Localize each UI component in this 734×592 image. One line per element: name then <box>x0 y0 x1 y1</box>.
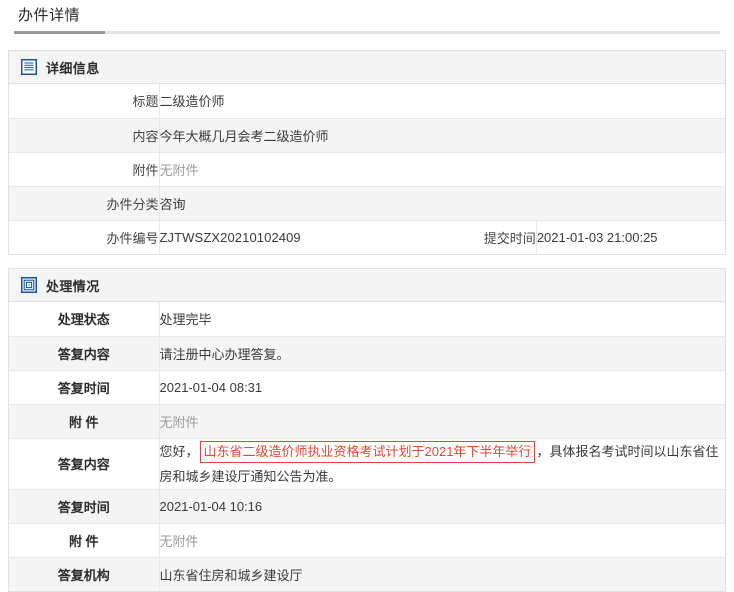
table-row: 答复时间 2021-01-04 08:31 <box>9 370 725 404</box>
row-label: 内容 <box>9 118 159 152</box>
table-row: 附件 无附件 <box>9 152 725 186</box>
process-status-panel: 处理情况 处理状态 处理完毕 答复内容 请注册中心办理答复。 答复时间 2021… <box>8 268 726 592</box>
row-label-submit-time: 提交时间 <box>348 220 537 254</box>
row-value-attachment: 无附件 <box>159 404 725 438</box>
row-label: 答复时间 <box>9 489 159 523</box>
row-value-submit-time: 2021-01-03 21:00:25 <box>536 220 725 254</box>
row-value: 2021-01-04 08:31 <box>159 370 725 404</box>
row-value-attachment: 无附件 <box>159 523 725 557</box>
table-row: 办件分类 咨询 <box>9 186 725 220</box>
row-value-reply-paragraph: 您好，山东省二级造价师执业资格考试计划于2021年下半年举行，具体报名考试时间以… <box>159 438 725 489</box>
tab-underline-active <box>14 31 105 34</box>
process-panel-title: 处理情况 <box>46 276 100 295</box>
row-label: 答复机构 <box>9 557 159 591</box>
row-value: 处理完毕 <box>159 302 725 336</box>
tab-办件详情[interactable]: 办件详情 <box>18 3 80 29</box>
table-row: 标题 二级造价师 <box>9 84 725 118</box>
table-row-case-id: 办件编号 ZJTWSZX20210102409 提交时间 2021-01-03 … <box>9 220 725 254</box>
detail-panel-header: 详细信息 <box>9 51 725 84</box>
row-value: 二级造价师 <box>159 84 725 118</box>
row-value: 请注册中心办理答复。 <box>159 336 725 370</box>
page-root: 办件详情 详细信息 标题 二级造价师 <box>0 0 734 592</box>
row-value-case-id: ZJTWSZX20210102409 <box>159 220 348 254</box>
row-value: 今年大概几月会考二级造价师 <box>159 118 725 152</box>
row-label: 附 件 <box>9 523 159 557</box>
row-label: 答复时间 <box>9 370 159 404</box>
table-row: 答复机构 山东省住房和城乡建设厅 <box>9 557 725 591</box>
table-row: 处理状态 处理完毕 <box>9 302 725 336</box>
row-label: 答复内容 <box>9 336 159 370</box>
row-value: 咨询 <box>159 186 725 220</box>
layered-window-icon <box>21 277 37 293</box>
reply-text-before: 您好， <box>160 444 199 459</box>
table-row: 附 件 无附件 <box>9 523 725 557</box>
row-value: 2021-01-04 10:16 <box>159 489 725 523</box>
row-label: 处理状态 <box>9 302 159 336</box>
process-status-table: 处理状态 处理完毕 答复内容 请注册中心办理答复。 答复时间 2021-01-0… <box>9 302 725 591</box>
table-row: 答复时间 2021-01-04 10:16 <box>9 489 725 523</box>
detail-info-table: 标题 二级造价师 内容 今年大概几月会考二级造价师 附件 无附件 办件分类 咨询… <box>9 84 725 254</box>
detail-panel-title: 详细信息 <box>46 58 100 77</box>
row-value-attachment: 无附件 <box>159 152 725 186</box>
row-label-case-id: 办件编号 <box>9 220 159 254</box>
document-list-icon <box>21 59 37 75</box>
process-panel-header: 处理情况 <box>9 269 725 302</box>
table-row: 内容 今年大概几月会考二级造价师 <box>9 118 725 152</box>
table-row: 答复内容 请注册中心办理答复。 <box>9 336 725 370</box>
tab-underline-track <box>14 31 720 34</box>
row-label: 标题 <box>9 84 159 118</box>
page-tab-bar: 办件详情 <box>0 0 734 36</box>
row-value: 山东省住房和城乡建设厅 <box>159 557 725 591</box>
row-label: 附 件 <box>9 404 159 438</box>
row-label: 附件 <box>9 152 159 186</box>
detail-info-panel: 详细信息 标题 二级造价师 内容 今年大概几月会考二级造价师 附件 无附件 办件… <box>8 50 726 255</box>
reply-highlighted-text: 山东省二级造价师执业资格考试计划于2021年下半年举行 <box>200 441 536 463</box>
table-row-reply-body: 答复内容 您好，山东省二级造价师执业资格考试计划于2021年下半年举行，具体报名… <box>9 438 725 489</box>
row-label: 办件分类 <box>9 186 159 220</box>
table-row: 附 件 无附件 <box>9 404 725 438</box>
row-label-reply: 答复内容 <box>9 438 159 489</box>
